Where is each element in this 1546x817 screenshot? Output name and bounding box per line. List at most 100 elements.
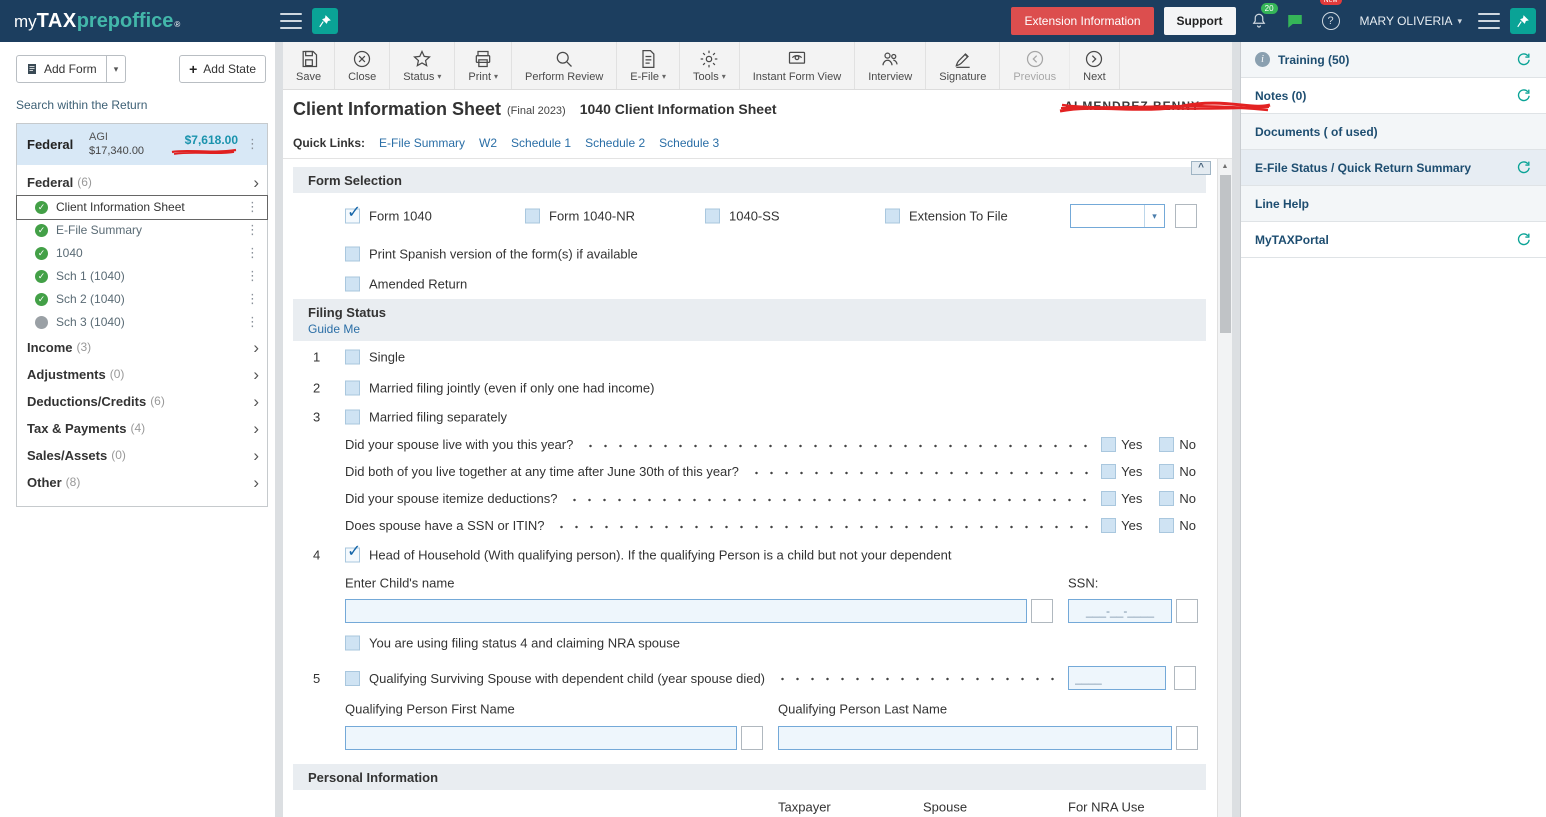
nra-spouse-checkbox[interactable] xyxy=(345,635,360,651)
year-spouse-died-input[interactable] xyxy=(1068,666,1166,690)
tree-item-sch3-1040[interactable]: Sch 3 (1040) ⋮ xyxy=(17,311,267,334)
qualifying-last-name-input[interactable] xyxy=(778,726,1172,750)
scroll-up-button[interactable]: ▲ xyxy=(1218,159,1232,173)
form-1040ss-checkbox[interactable] xyxy=(705,208,720,224)
jump-box[interactable] xyxy=(1031,599,1053,623)
menu-toggle-icon[interactable] xyxy=(280,13,303,29)
amended-return-checkbox[interactable] xyxy=(345,276,360,292)
itemize-yes-checkbox[interactable] xyxy=(1101,491,1117,506)
jump-box[interactable] xyxy=(1175,204,1197,228)
instant-form-view-button[interactable]: Instant Form View xyxy=(740,42,856,89)
chat-button[interactable] xyxy=(1282,8,1308,34)
single-checkbox[interactable] xyxy=(345,349,360,365)
item-kebab-menu[interactable]: ⋮ xyxy=(242,245,263,261)
jump-box[interactable] xyxy=(1174,666,1196,690)
right-pin-button[interactable] xyxy=(1510,8,1536,34)
tree-item-sch2-1040[interactable]: ✓ Sch 2 (1040) ⋮ xyxy=(17,288,267,311)
item-kebab-menu[interactable]: ⋮ xyxy=(242,268,263,284)
child-name-input[interactable] xyxy=(345,599,1027,623)
federal-return-summary[interactable]: Federal AGI $17,340.00 $7,618.00 ⋮ xyxy=(17,124,267,165)
add-form-button[interactable]: Add Form xyxy=(16,55,107,83)
panel-row-efile-status[interactable]: E-File Status / Quick Return Summary xyxy=(1241,150,1546,186)
ssn-input[interactable] xyxy=(1068,599,1172,623)
panel-row-line-help[interactable]: Line Help xyxy=(1241,186,1546,222)
support-button[interactable]: Support xyxy=(1163,7,1236,35)
item-kebab-menu[interactable]: ⋮ xyxy=(242,291,263,307)
next-button[interactable]: Next xyxy=(1070,42,1120,89)
tree-group-sales-assets[interactable]: Sales/Assets (0) › xyxy=(17,442,267,469)
summary-kebab-menu[interactable]: ⋮ xyxy=(242,136,263,152)
tree-group-adjustments[interactable]: Adjustments (0) › xyxy=(17,361,267,388)
collapse-section-button[interactable]: ^ xyxy=(1191,161,1211,175)
close-button[interactable]: Close xyxy=(335,42,391,89)
guide-me-link[interactable]: Guide Me xyxy=(308,322,360,336)
print-spanish-checkbox[interactable] xyxy=(345,246,360,262)
panel-row-mytaxportal[interactable]: MyTAXPortal xyxy=(1241,222,1546,258)
tree-item-client-information-sheet[interactable]: ✓ Client Information Sheet ⋮ xyxy=(16,194,268,220)
help-button[interactable]: New ? xyxy=(1318,0,1344,34)
extension-to-file-checkbox[interactable] xyxy=(885,208,900,224)
refresh-button[interactable] xyxy=(1514,232,1532,247)
user-menu[interactable]: MARY OLIVERIA ▾ xyxy=(1360,14,1462,28)
qualifying-spouse-checkbox[interactable] xyxy=(345,670,360,686)
tree-group-federal[interactable]: Federal (6) › xyxy=(17,169,267,196)
pin-button[interactable] xyxy=(312,8,339,34)
head-of-household-checkbox[interactable]: ✓ xyxy=(345,541,361,562)
previous-button[interactable]: Previous xyxy=(1000,42,1071,89)
jump-box[interactable] xyxy=(1176,599,1198,623)
tree-item-efile-summary[interactable]: ✓ E-File Summary ⋮ xyxy=(17,219,267,242)
refresh-button[interactable] xyxy=(1514,88,1532,103)
status-button[interactable]: Status ▾ xyxy=(390,42,456,89)
form-version-dropdown[interactable]: ▾ xyxy=(1070,204,1165,228)
spouse-live-no-checkbox[interactable] xyxy=(1159,437,1175,452)
live-together-yes-checkbox[interactable] xyxy=(1101,464,1117,479)
tree-group-deductions-credits[interactable]: Deductions/Credits (6) › xyxy=(17,388,267,415)
tools-button[interactable]: Tools ▾ xyxy=(680,42,740,89)
item-kebab-menu[interactable]: ⋮ xyxy=(242,222,263,238)
married-separately-checkbox[interactable] xyxy=(345,409,360,424)
jump-box[interactable] xyxy=(1176,726,1198,750)
quick-link-schedule-3[interactable]: Schedule 3 xyxy=(659,136,719,150)
quick-link-schedule-2[interactable]: Schedule 2 xyxy=(585,136,645,150)
tree-item-1040[interactable]: ✓ 1040 ⋮ xyxy=(17,242,267,265)
tree-group-tax-payments[interactable]: Tax & Payments (4) › xyxy=(17,415,267,442)
print-button[interactable]: Print ▾ xyxy=(455,42,513,89)
ssn-itin-no-checkbox[interactable] xyxy=(1159,518,1175,533)
efile-button[interactable]: E-File ▾ xyxy=(617,42,681,89)
signature-button[interactable]: Signature xyxy=(926,42,1001,89)
app-logo[interactable]: my TAX prepoffice ® xyxy=(14,10,180,33)
jump-box[interactable] xyxy=(741,726,763,750)
scrollbar-thumb[interactable] xyxy=(1220,175,1231,333)
tree-group-other[interactable]: Other (8) › xyxy=(17,469,267,496)
panel-row-training[interactable]: i Training (50) xyxy=(1241,42,1546,78)
save-button[interactable]: Save xyxy=(283,42,336,89)
form-scrollbar[interactable]: ▲ xyxy=(1217,159,1232,817)
interview-button[interactable]: Interview xyxy=(855,42,927,89)
quick-link-schedule-1[interactable]: Schedule 1 xyxy=(511,136,571,150)
tree-group-income[interactable]: Income (3) › xyxy=(17,334,267,361)
item-kebab-menu[interactable]: ⋮ xyxy=(242,199,263,215)
married-jointly-checkbox[interactable] xyxy=(345,380,360,395)
quick-link-efile-summary[interactable]: E-File Summary xyxy=(379,136,465,150)
add-state-button[interactable]: + Add State xyxy=(179,55,266,83)
refresh-button[interactable] xyxy=(1514,52,1532,67)
form-1040-checkbox[interactable]: ✓ xyxy=(345,203,361,224)
right-menu-icon[interactable] xyxy=(1478,13,1500,29)
refresh-button[interactable] xyxy=(1514,160,1532,175)
tree-item-sch1-1040[interactable]: ✓ Sch 1 (1040) ⋮ xyxy=(17,265,267,288)
form-1040nr-checkbox[interactable] xyxy=(525,208,540,224)
item-kebab-menu[interactable]: ⋮ xyxy=(242,314,263,330)
add-form-dropdown-button[interactable]: ▾ xyxy=(106,55,127,83)
panel-row-documents[interactable]: Documents ( of used) xyxy=(1241,114,1546,150)
spouse-live-yes-checkbox[interactable] xyxy=(1101,437,1117,452)
perform-review-button[interactable]: Perform Review xyxy=(512,42,618,89)
live-together-no-checkbox[interactable] xyxy=(1159,464,1175,479)
qualifying-first-name-input[interactable] xyxy=(345,726,737,750)
quick-link-w2[interactable]: W2 xyxy=(479,136,497,150)
ssn-itin-yes-checkbox[interactable] xyxy=(1101,518,1117,533)
extension-information-button[interactable]: Extension Information xyxy=(1011,7,1154,35)
itemize-no-checkbox[interactable] xyxy=(1159,491,1175,506)
panel-row-notes[interactable]: Notes (0) xyxy=(1241,78,1546,114)
notifications-button[interactable]: 20 xyxy=(1246,3,1278,34)
search-within-return-link[interactable]: Search within the Return xyxy=(16,98,275,112)
